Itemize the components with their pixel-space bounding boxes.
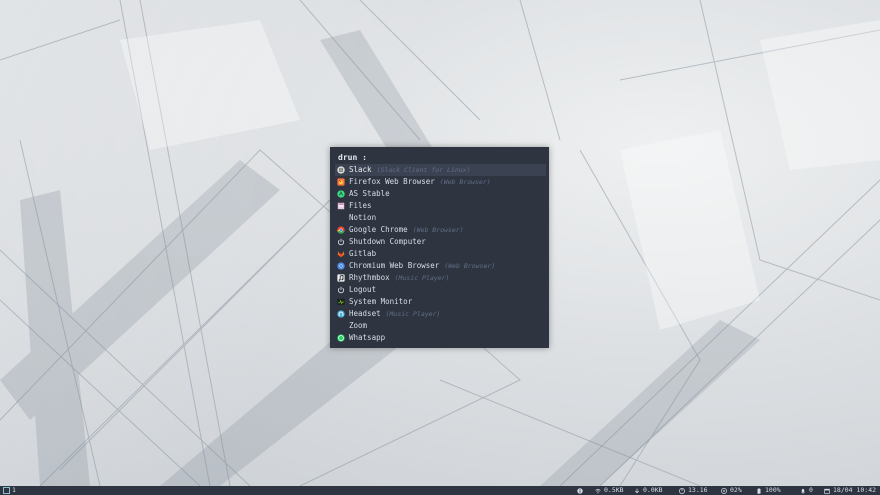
workspace-number: 1 bbox=[12, 486, 16, 494]
chrome-icon bbox=[337, 226, 345, 234]
entry-name: Google Chrome bbox=[349, 225, 408, 234]
launcher-entry-chromium-web-browser[interactable]: Chromium Web Browser (Web Browser) bbox=[335, 260, 546, 272]
logout-icon bbox=[337, 286, 345, 294]
entry-description: (Web Browser) bbox=[412, 226, 464, 234]
android-studio-icon bbox=[337, 190, 345, 198]
system-monitor-icon bbox=[337, 298, 345, 306]
clock[interactable]: 18/04 10:42 bbox=[824, 486, 876, 495]
app-launcher: drun : Slack (Slack Client for Linux) Fire… bbox=[330, 147, 549, 348]
entry-name: Zoom bbox=[349, 321, 368, 330]
launcher-entry-google-chrome[interactable]: Google Chrome (Web Browser) bbox=[335, 224, 546, 236]
entry-description: (Music Player) bbox=[394, 274, 450, 282]
workspace-icon bbox=[3, 487, 10, 494]
battery-icon bbox=[757, 487, 761, 494]
cpu-indicator[interactable]: 13.16 bbox=[679, 486, 708, 495]
entry-description: (Web Browser) bbox=[439, 178, 491, 186]
battery-value: 100% bbox=[765, 486, 781, 494]
launcher-entry-notion[interactable]: Notion bbox=[335, 212, 546, 224]
entry-name: Rhythmbox bbox=[349, 273, 390, 282]
cpu-icon bbox=[679, 487, 685, 494]
firefox-icon bbox=[337, 178, 345, 186]
power-icon bbox=[337, 238, 345, 246]
cpu-value: 13.16 bbox=[688, 486, 708, 494]
search-input[interactable] bbox=[366, 151, 521, 165]
network-download[interactable]: 0.0KB bbox=[634, 486, 663, 495]
entry-name: Whatsapp bbox=[349, 333, 386, 342]
launcher-entry-as-stable[interactable]: AS Stable bbox=[335, 188, 546, 200]
launcher-entry-files[interactable]: Files bbox=[335, 200, 546, 212]
whatsapp-icon bbox=[337, 334, 345, 342]
bell-icon bbox=[801, 488, 805, 494]
gitlab-icon bbox=[337, 250, 345, 258]
download-rate: 0.0KB bbox=[643, 486, 663, 494]
memory-icon bbox=[721, 487, 727, 494]
entry-name: Gitlab bbox=[349, 249, 377, 258]
info-indicator[interactable] bbox=[577, 486, 586, 495]
entry-name: AS Stable bbox=[349, 189, 390, 198]
entry-list: Slack (Slack Client for Linux) Firefox Web… bbox=[335, 164, 546, 344]
volume-value: 0 bbox=[809, 486, 813, 494]
battery-indicator[interactable]: 100% bbox=[756, 486, 781, 495]
launcher-entry-whatsapp[interactable]: Whatsapp bbox=[335, 332, 546, 344]
chromium-icon bbox=[337, 262, 345, 270]
launcher-entry-zoom[interactable]: Zoom bbox=[335, 320, 546, 332]
slack-icon bbox=[337, 166, 345, 174]
headset-icon bbox=[337, 310, 345, 318]
entry-description: (Web Browser) bbox=[444, 262, 496, 270]
wifi-icon bbox=[595, 488, 601, 493]
calendar-icon bbox=[824, 488, 830, 494]
launcher-entry-system-monitor[interactable]: System Monitor bbox=[335, 296, 546, 308]
entry-name: Notion bbox=[349, 213, 377, 222]
memory-value: 02% bbox=[730, 486, 742, 494]
upload-rate: 0.5KB bbox=[604, 486, 624, 494]
blank-icon bbox=[337, 214, 345, 222]
launcher-entry-gitlab[interactable]: Gitlab bbox=[335, 248, 546, 260]
workspace-indicator[interactable]: 1 bbox=[3, 486, 16, 495]
blank-icon bbox=[337, 322, 345, 330]
status-bar: 1 0.5KB 0.0KB 13.16 02% 100% 0 18/04 10:… bbox=[0, 486, 880, 495]
launcher-entry-logout[interactable]: Logout bbox=[335, 284, 546, 296]
entry-description: (Music Player) bbox=[385, 310, 441, 318]
launcher-entry-headset[interactable]: Headset (Music Player) bbox=[335, 308, 546, 320]
launcher-entry-firefox-web-browser[interactable]: Firefox Web Browser (Web Browser) bbox=[335, 176, 546, 188]
entry-description: (Slack Client for Linux) bbox=[376, 166, 471, 174]
entry-name: Firefox Web Browser bbox=[349, 177, 435, 186]
entry-name: Chromium Web Browser bbox=[349, 261, 440, 270]
network-upload[interactable]: 0.5KB bbox=[595, 486, 624, 495]
entry-name: Shutdown Computer bbox=[349, 237, 426, 246]
entry-name: Slack bbox=[349, 165, 372, 174]
volume-indicator[interactable]: 0 bbox=[800, 486, 813, 495]
info-icon bbox=[577, 487, 583, 494]
launcher-entry-shutdown-computer[interactable]: Shutdown Computer bbox=[335, 236, 546, 248]
rhythmbox-icon bbox=[337, 274, 345, 282]
entry-name: System Monitor bbox=[349, 297, 413, 306]
launcher-entry-slack[interactable]: Slack (Slack Client for Linux) bbox=[335, 164, 546, 176]
clock-text: 18/04 10:42 bbox=[833, 486, 877, 494]
memory-indicator[interactable]: 02% bbox=[721, 486, 742, 495]
files-icon bbox=[337, 202, 345, 210]
entry-name: Files bbox=[349, 201, 372, 210]
launcher-entry-rhythmbox[interactable]: Rhythmbox (Music Player) bbox=[335, 272, 546, 284]
prompt-row: drun : bbox=[338, 151, 543, 165]
download-arrow-icon bbox=[634, 488, 640, 493]
entry-name: Logout bbox=[349, 285, 377, 294]
entry-name: Headset bbox=[349, 309, 381, 318]
prompt-label: drun : bbox=[338, 153, 367, 162]
